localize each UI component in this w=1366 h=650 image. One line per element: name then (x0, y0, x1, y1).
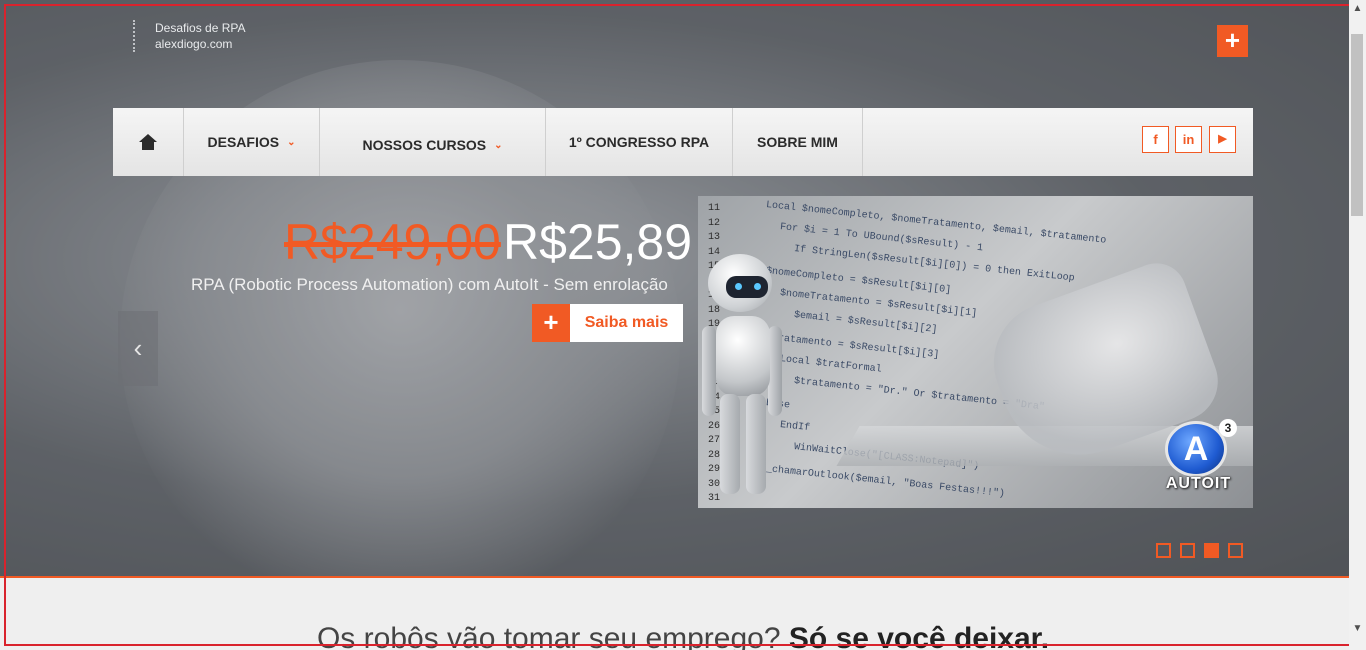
saiba-mais-label: Saiba mais (570, 304, 683, 342)
code-line: $email = $sResult[$i][2] (793, 310, 938, 337)
carousel-indicators (1156, 543, 1243, 558)
code-line: Local $tratFormal (779, 354, 883, 376)
carousel-dot[interactable] (1228, 543, 1243, 558)
nav-congresso-label: 1º CONGRESSO RPA (568, 134, 710, 150)
facebook-icon[interactable]: f (1142, 126, 1169, 153)
home-icon (139, 134, 157, 150)
carousel-dot[interactable] (1204, 543, 1219, 558)
site-domain: alexdiogo.com (155, 37, 233, 51)
robot-graphic (702, 254, 792, 504)
nav-sobre-mim[interactable]: SOBRE MIM (733, 108, 863, 176)
saiba-mais-button[interactable]: + Saiba mais (532, 304, 683, 342)
carousel-dot[interactable] (1180, 543, 1195, 558)
linkedin-icon[interactable]: in (1175, 126, 1202, 153)
code-line-number: 13 (708, 232, 721, 243)
course-subtitle: RPA (Robotic Process Automation) com Aut… (191, 275, 668, 294)
site-title: Desafios de RPA (155, 21, 246, 35)
nav-sobre-label: SOBRE MIM (757, 134, 838, 150)
nav-cursos-label: NOSSOS CURSOS (362, 137, 487, 153)
nav-congresso[interactable]: 1º CONGRESSO RPA (546, 108, 733, 176)
carousel-prev-button[interactable]: ‹ (118, 311, 158, 386)
youtube-icon[interactable]: ▶ (1209, 126, 1236, 153)
scroll-down-icon[interactable]: ▼ (1349, 620, 1366, 637)
section-heading: Os robôs vão tomar seu emprego? Só se vo… (0, 622, 1366, 650)
nav-home[interactable] (113, 108, 184, 176)
scroll-thumb[interactable] (1351, 34, 1363, 216)
chevron-down-icon: ⌄ (287, 136, 296, 148)
hero-divider (0, 576, 1366, 578)
chevron-down-icon: ⌄ (494, 139, 503, 151)
scroll-up-icon[interactable]: ▲ (1349, 0, 1366, 17)
carousel-dot[interactable] (1156, 543, 1171, 558)
main-nav: DESAFIOS ⌄ NOSSOS CURSOS ⌄ 1º CONGRESSO … (113, 108, 1253, 176)
chevron-left-icon: ‹ (133, 333, 143, 363)
new-price: R$25,89 (503, 214, 693, 270)
plus-icon[interactable]: + (1217, 25, 1248, 57)
heading-bold-text: Só se você deixar. (788, 622, 1050, 650)
page-scrollbar[interactable]: ▲ ▼ (1349, 0, 1366, 650)
code-line-number: 11 (708, 203, 721, 214)
nav-desafios[interactable]: DESAFIOS ⌄ (184, 108, 320, 176)
site-branding[interactable]: Desafios de RPA alexdiogo.com (133, 20, 246, 52)
nav-nossos-cursos[interactable]: NOSSOS CURSOS ⌄ (320, 108, 546, 176)
nav-desafios-label: DESAFIOS (207, 134, 280, 150)
plus-icon: + (532, 304, 570, 342)
slide-image: 1112131415161718192021222324252627282930… (698, 196, 1253, 508)
code-line-number: 12 (708, 217, 721, 229)
old-price: R$249,00 (284, 214, 501, 270)
heading-light-text: Os robôs vão tomar seu emprego? (316, 622, 789, 650)
autoit-logo: A 3 AUTOIT (1151, 419, 1246, 496)
